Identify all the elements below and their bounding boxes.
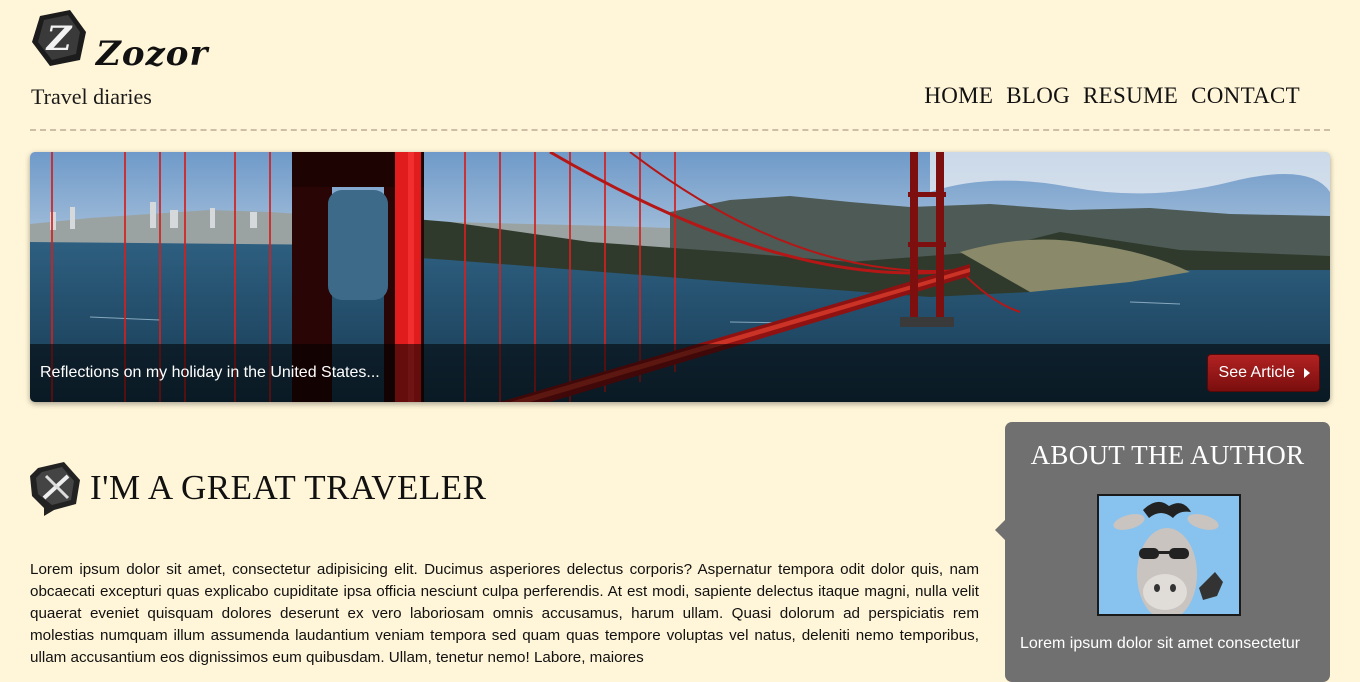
site-header: Z Zozor Travel diaries HOME BLOG RESUME … [30, 8, 1330, 132]
zozor-logo-icon[interactable]: Z [30, 10, 88, 68]
about-author-box: ABOUT THE AUTHOR Lorem ipsum dolor sit a… [995, 422, 1330, 682]
see-article-label: See Article [1218, 364, 1295, 381]
main-nav: HOME BLOG RESUME CONTACT [924, 83, 1300, 109]
author-avatar [1097, 494, 1241, 616]
author-bio: Lorem ipsum dolor sit amet consectetur [1020, 635, 1301, 652]
hero-banner: Reflections on my holiday in the United … [30, 152, 1330, 402]
hero-caption-bar: Reflections on my holiday in the United … [30, 344, 1330, 402]
see-article-button[interactable]: See Article [1206, 354, 1320, 392]
hero-caption: Reflections on my holiday in the United … [40, 364, 380, 381]
site-tagline: Travel diaries [31, 84, 152, 109]
article-paragraph: Lorem ipsum dolor sit amet, consectetur … [30, 561, 979, 666]
nav-home[interactable]: HOME [924, 83, 993, 109]
section-title: I'M A GREAT TRAVELER [90, 468, 487, 507]
play-arrow-icon [1304, 368, 1310, 378]
nav-resume[interactable]: RESUME [1083, 83, 1178, 109]
svg-text:Z: Z [45, 19, 73, 59]
nav-contact[interactable]: CONTACT [1191, 83, 1300, 109]
nav-blog[interactable]: BLOG [1006, 83, 1070, 109]
header-divider [30, 129, 1330, 131]
cutlery-icon [30, 462, 80, 516]
site-logo-text[interactable]: Zozor [96, 34, 208, 74]
about-author-title: ABOUT THE AUTHOR [1030, 440, 1305, 470]
